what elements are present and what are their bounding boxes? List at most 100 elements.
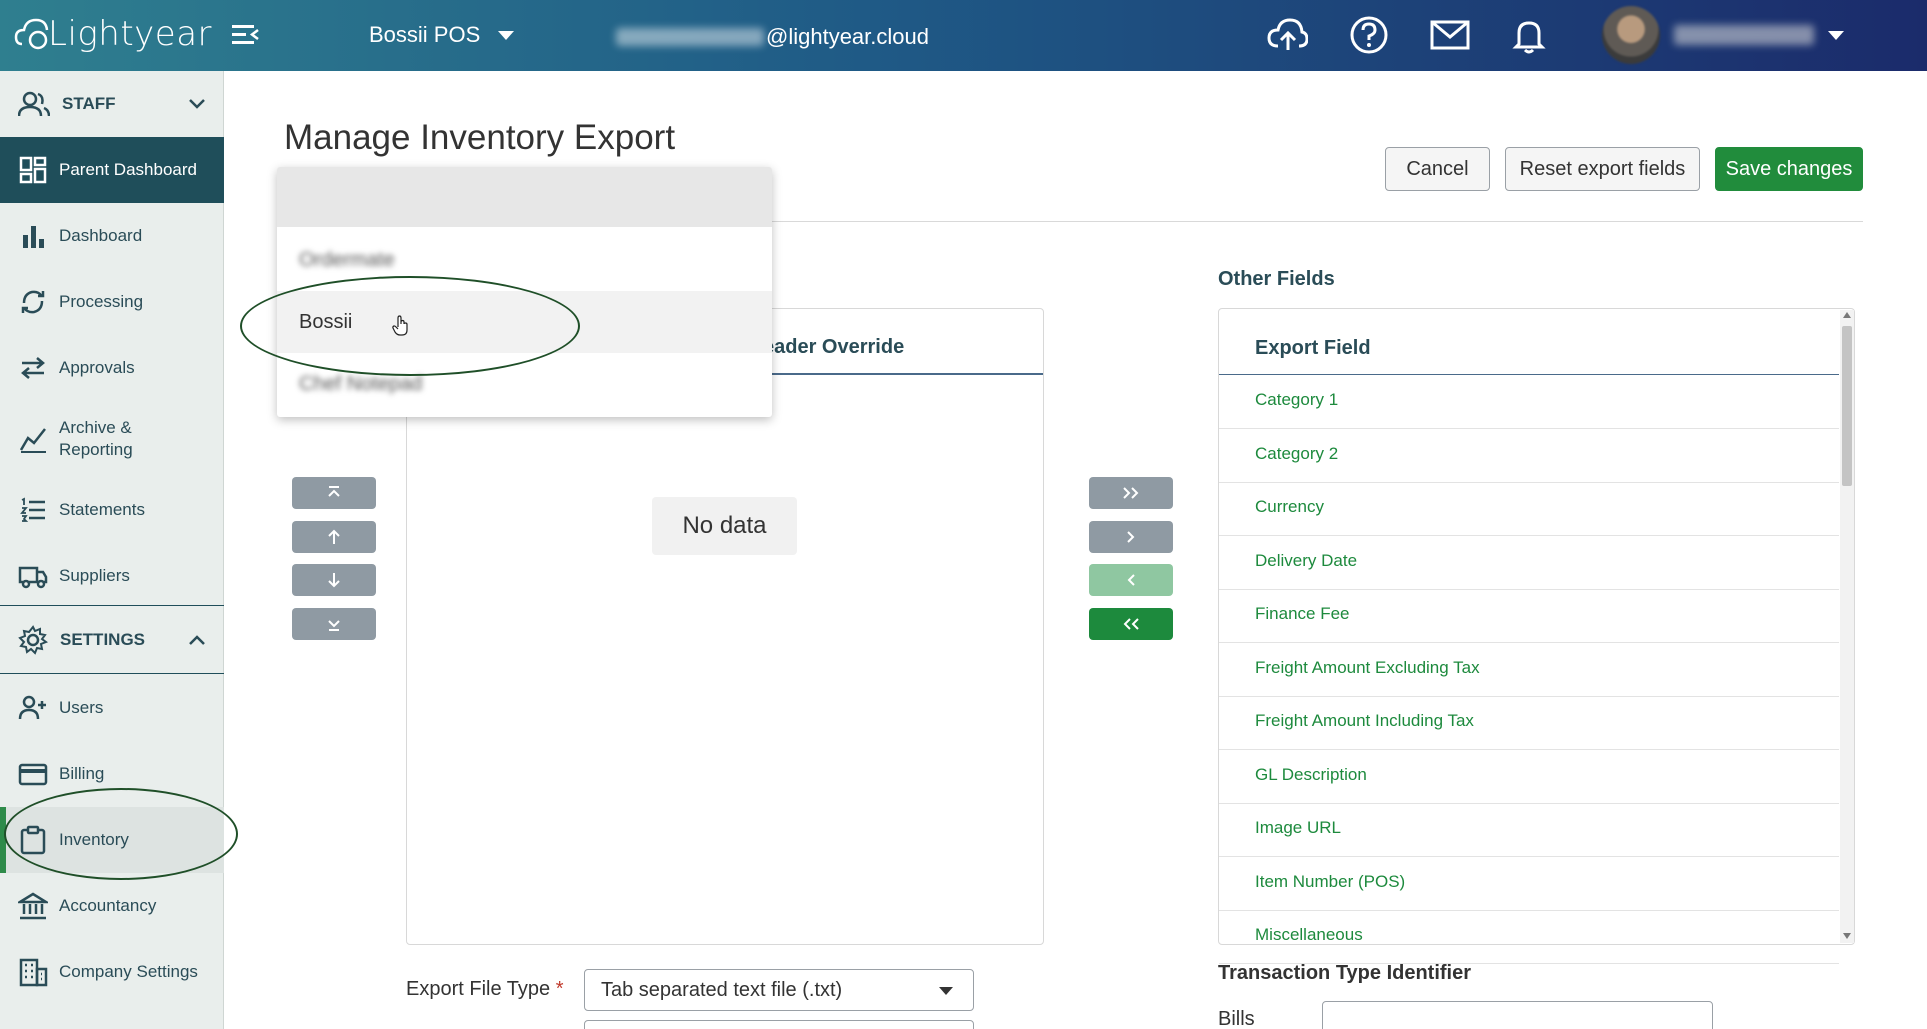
export-field-row[interactable]: GL Description xyxy=(1219,751,1839,804)
chevron-up-icon xyxy=(189,635,205,645)
scroll-down-arrow-icon[interactable] xyxy=(1843,933,1851,939)
export-field-row[interactable]: Delivery Date xyxy=(1219,537,1839,590)
scrollbar-thumb[interactable] xyxy=(1842,326,1852,486)
cloud-upload-icon[interactable] xyxy=(1266,14,1309,56)
reset-export-fields-button[interactable]: Reset export fields xyxy=(1505,147,1700,191)
chevron-down-icon xyxy=(189,99,205,109)
export-file-type-value: Tab separated text file (.txt) xyxy=(601,978,843,1001)
dropdown-option-chef-notepad[interactable]: Chef Notepad xyxy=(277,353,772,415)
sidebar-item-suppliers[interactable]: Suppliers xyxy=(0,543,224,609)
help-icon[interactable] xyxy=(1348,14,1390,56)
caret-down-icon xyxy=(498,30,515,40)
sidebar-item-inventory[interactable]: Inventory xyxy=(0,807,224,873)
option-label: Ordermate xyxy=(299,248,395,271)
remove-selected-button[interactable] xyxy=(1089,564,1173,596)
sidebar-item-parent-dashboard[interactable]: Parent Dashboard xyxy=(0,137,224,203)
sidebar-item-archive-reporting[interactable]: Archive & Reporting xyxy=(0,401,224,477)
sidebar-item-label: Company Settings xyxy=(59,962,198,981)
bills-label: Bills xyxy=(1218,1008,1255,1029)
move-to-top-button[interactable] xyxy=(292,477,376,509)
other-fields-label: Other Fields xyxy=(1218,268,1335,290)
sidebar-item-statements[interactable]: Statements xyxy=(0,477,224,543)
add-user-icon xyxy=(18,695,46,720)
export-field-row[interactable]: Category 1 xyxy=(1219,376,1839,429)
export-field-row[interactable]: Currency xyxy=(1219,483,1839,536)
sidebar-item-label: Suppliers xyxy=(59,566,130,585)
sidebar-divider xyxy=(0,605,224,606)
export-field-row[interactable]: Item Number (POS) xyxy=(1219,858,1839,911)
credit-card-icon xyxy=(18,763,48,786)
user-menu[interactable] xyxy=(1602,6,1844,64)
sidebar-item-approvals[interactable]: Approvals xyxy=(0,335,224,401)
sidebar-item-label: Statements xyxy=(59,500,145,519)
sidebar-item-label: Archive & Reporting xyxy=(59,418,133,459)
email-domain: @lightyear.cloud xyxy=(766,24,929,49)
caret-down-icon xyxy=(1828,30,1844,40)
sidebar-item-dashboard[interactable]: Dashboard xyxy=(0,203,224,269)
option-label: Chef Notepad xyxy=(299,372,423,395)
option-label: Bossii xyxy=(299,310,353,333)
scroll-up-arrow-icon[interactable] xyxy=(1843,312,1851,318)
sidebar-section-label: STAFF xyxy=(62,94,116,113)
sidebar-item-label: Inventory xyxy=(59,830,129,849)
sidebar-item-users[interactable]: Users xyxy=(0,675,224,741)
remove-all-button[interactable] xyxy=(1089,608,1173,640)
dropdown-search-field[interactable] xyxy=(277,167,772,227)
export-field-row[interactable]: Miscellaneous xyxy=(1219,911,1839,964)
export-field-row[interactable]: Freight Amount Including Tax xyxy=(1219,697,1839,750)
export-field-row[interactable]: Freight Amount Excluding Tax xyxy=(1219,644,1839,697)
caret-down-icon xyxy=(939,987,953,995)
notification-bell-icon[interactable] xyxy=(1508,14,1550,56)
arrow-up-icon xyxy=(328,529,340,544)
export-file-type-label-text: Export File Type xyxy=(406,978,551,1000)
sidebar-item-label: Parent Dashboard xyxy=(59,160,197,179)
double-chevron-right-icon xyxy=(1123,487,1139,499)
sidebar-item-accountancy[interactable]: Accountancy xyxy=(0,873,224,939)
move-up-button[interactable] xyxy=(292,521,376,553)
sidebar-divider xyxy=(0,673,224,674)
move-to-bottom-button[interactable] xyxy=(292,608,376,640)
redacted-email-user xyxy=(616,28,764,46)
cancel-button[interactable]: Cancel xyxy=(1385,147,1490,191)
add-selected-button[interactable] xyxy=(1089,521,1173,553)
sidebar-item-company-settings[interactable]: Company Settings xyxy=(0,939,224,1005)
secondary-select[interactable] xyxy=(584,1020,974,1029)
menu-collapse-icon[interactable] xyxy=(232,22,260,48)
sidebar-item-label: Dashboard xyxy=(59,226,143,245)
organisation-selector[interactable]: Bossii POS xyxy=(369,22,515,48)
move-bottom-icon xyxy=(328,620,340,631)
sidebar: STAFF Parent Dashboard Dashboard Process… xyxy=(0,71,224,1029)
export-file-type-select[interactable]: Tab separated text file (.txt) xyxy=(584,969,974,1011)
sidebar-item-processing[interactable]: Processing xyxy=(0,269,224,335)
sidebar-item-label: Accountancy xyxy=(59,896,157,915)
organisation-name: Bossii POS xyxy=(369,22,481,47)
gear-icon xyxy=(18,625,48,655)
sidebar-section-staff[interactable]: STAFF xyxy=(0,71,224,137)
sidebar-section-settings[interactable]: SETTINGS xyxy=(0,607,224,673)
export-field-row[interactable]: Category 2 xyxy=(1219,430,1839,483)
export-field-row[interactable]: Finance Fee xyxy=(1219,590,1839,643)
bills-input[interactable] xyxy=(1322,1001,1713,1029)
export-file-type-label: Export File Type * xyxy=(406,978,564,1001)
list-icon xyxy=(20,497,45,522)
sync-icon xyxy=(21,290,45,314)
sidebar-section-label: SETTINGS xyxy=(60,630,146,649)
chevron-left-icon xyxy=(1127,574,1135,586)
save-changes-button[interactable]: Save changes xyxy=(1715,147,1863,191)
required-marker: * xyxy=(555,978,564,1000)
truck-icon xyxy=(18,566,48,589)
move-down-button[interactable] xyxy=(292,564,376,596)
transaction-type-identifier-label: Transaction Type Identifier xyxy=(1218,962,1472,984)
top-bar: Lightyear Bossii POS @lightyear.cloud xyxy=(0,0,1927,71)
export-field-row[interactable]: Image URL xyxy=(1219,804,1839,857)
lightyear-logo[interactable]: Lightyear xyxy=(14,6,212,62)
redacted-user-name xyxy=(1674,25,1814,45)
dropdown-option-bossii[interactable]: Bossii xyxy=(277,291,772,353)
dropdown-option-ordermate[interactable]: Ordermate xyxy=(277,229,772,291)
add-all-button[interactable] xyxy=(1089,477,1173,509)
clipboard-icon xyxy=(20,825,46,855)
swap-arrows-icon xyxy=(21,357,45,379)
sidebar-item-billing[interactable]: Billing xyxy=(0,741,224,807)
bar-chart-icon xyxy=(23,226,44,248)
mail-icon[interactable] xyxy=(1429,14,1471,56)
